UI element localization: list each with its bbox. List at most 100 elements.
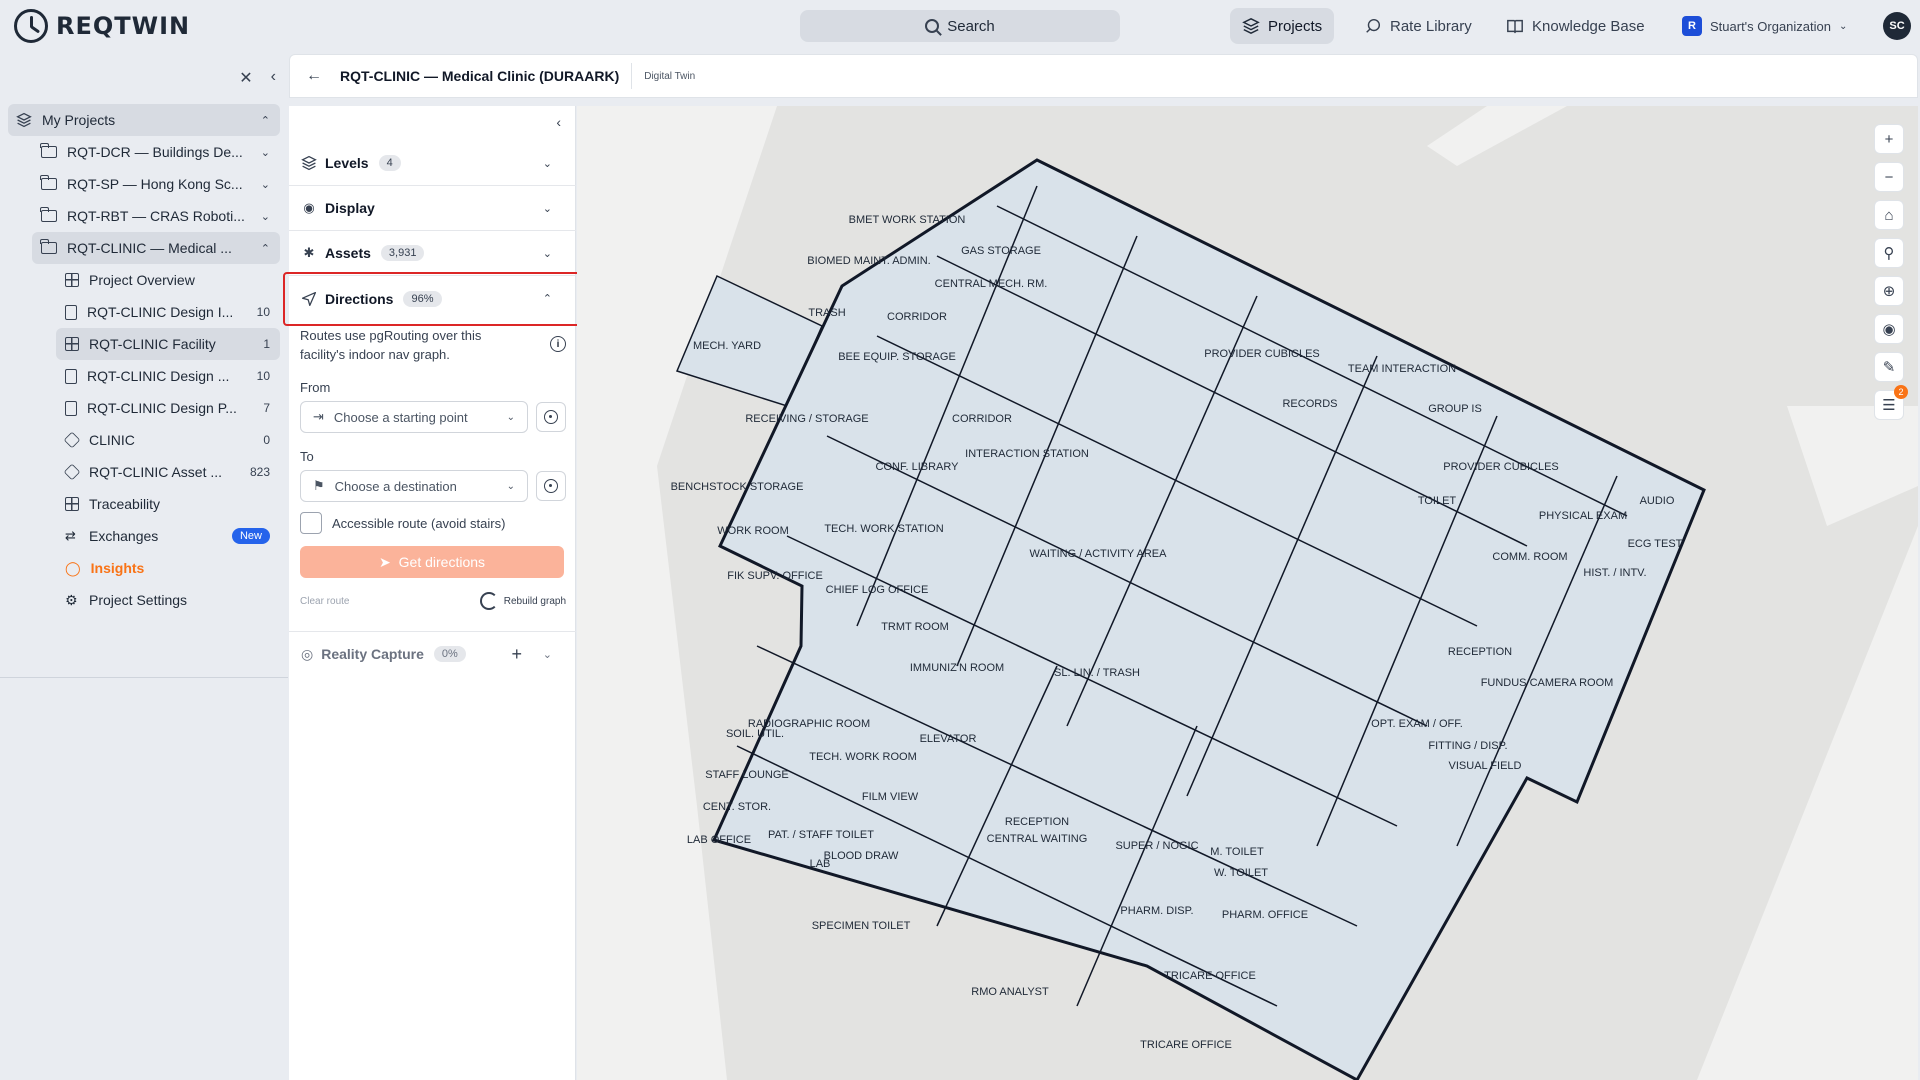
add-icon[interactable]: + xyxy=(511,644,522,665)
room-label: RECEIVING / STORAGE xyxy=(745,413,868,425)
ruler-icon: ✎ xyxy=(1882,359,1896,376)
avatar[interactable]: SC xyxy=(1883,12,1911,40)
nav-knowledge-base-label: Knowledge Base xyxy=(1532,17,1645,35)
lightbulb-icon: ◯ xyxy=(65,559,81,576)
floor-plan-map[interactable]: BMET WORK STATION GAS STORAGE BIOMED MAI… xyxy=(577,106,1918,1080)
tree-item-project-settings[interactable]: ⚙ Project Settings xyxy=(8,584,280,616)
chevron-down-icon: ⌄ xyxy=(542,157,552,170)
room-label: PROVIDER CUBICLES xyxy=(1204,348,1320,360)
tree-item-label: RQT-CLINIC Asset ... xyxy=(89,464,223,480)
room-label: W. TOILET xyxy=(1214,867,1268,879)
page-header: ← RQT-CLINIC — Medical Clinic (DURAARK) … xyxy=(289,54,1918,98)
room-label: TRASH xyxy=(808,307,845,319)
org-label: Stuart's Organization xyxy=(1710,18,1831,34)
rebuild-graph-button[interactable]: Rebuild graph xyxy=(479,592,566,610)
section-display[interactable]: ◉ Display ⌄ xyxy=(289,186,576,231)
rebuild-graph-label: Rebuild graph xyxy=(503,595,566,607)
room-label: AUDIO xyxy=(1640,495,1675,507)
tasks-button[interactable]: ☰ 2 xyxy=(1874,385,1908,420)
info-icon[interactable]: i xyxy=(550,336,566,352)
logo[interactable]: REQTWIN xyxy=(14,9,190,43)
room-label: PHYSICAL EXAM xyxy=(1539,510,1627,522)
room-label: COMM. ROOM xyxy=(1492,551,1567,563)
collapse-sidebar-icon[interactable]: ‹ xyxy=(271,68,276,88)
from-select[interactable]: ⇥ Choose a starting point ⌄ xyxy=(300,401,528,433)
room-label: SL. LIN. / TRASH xyxy=(1054,667,1140,679)
room-label: PAT. / STAFF TOILET xyxy=(768,829,874,841)
zoom-in-button[interactable]: + xyxy=(1874,124,1904,154)
room-label: BEE EQUIP. STORAGE xyxy=(838,351,956,363)
search-button[interactable]: Search xyxy=(800,10,1120,42)
locate-button[interactable]: ⊕ xyxy=(1874,276,1904,306)
compass-button[interactable]: ◉ xyxy=(1874,314,1904,344)
search-map-button[interactable]: ⚲ xyxy=(1874,238,1904,268)
measure-button[interactable]: ✎ xyxy=(1874,352,1904,382)
back-arrow-icon[interactable]: ← xyxy=(306,67,322,85)
tree-item-insights[interactable]: ◯ Insights xyxy=(8,552,280,584)
accessible-route-checkbox[interactable] xyxy=(300,512,322,534)
unpin-icon[interactable]: ✕ xyxy=(239,68,252,88)
tree-item-facility[interactable]: RQT-CLINIC Facility 1 xyxy=(56,328,280,360)
room-label: INTERACTION STATION xyxy=(965,448,1089,460)
tree-item-design-i[interactable]: RQT-CLINIC Design I... 10 xyxy=(8,296,280,328)
floor-plan-svg[interactable]: BMET WORK STATION GAS STORAGE BIOMED MAI… xyxy=(577,106,1918,1080)
home-icon: ⌂ xyxy=(1884,206,1894,224)
section-levels[interactable]: Levels 4 ⌄ xyxy=(289,141,576,186)
my-projects-header[interactable]: My Projects ⌃ xyxy=(8,104,280,136)
nav-projects[interactable]: Projects xyxy=(1230,8,1335,44)
chevron-down-icon: ⌄ xyxy=(506,411,515,423)
nav-knowledge-base[interactable]: Knowledge Base xyxy=(1494,8,1657,44)
room-label: RMO ANALYST xyxy=(971,986,1049,998)
tree-item-clinic[interactable]: CLINIC 0 xyxy=(8,424,280,456)
room-label: FUNDUS CAMERA ROOM xyxy=(1481,677,1614,689)
nav-rate-library[interactable]: Rate Library xyxy=(1352,8,1484,44)
tree-project-2[interactable]: RQT-RBT — CRAS Roboti... ⌄ xyxy=(8,200,280,232)
to-select[interactable]: ⚑ Choose a destination ⌄ xyxy=(300,470,528,502)
tree-item-project-overview[interactable]: Project Overview xyxy=(8,264,280,296)
tree-item-count: 1 xyxy=(263,337,270,351)
tree-project-3[interactable]: RQT-CLINIC — Medical ... ⌃ xyxy=(32,232,280,264)
room-label: RECEPTION xyxy=(1005,816,1069,828)
chevron-down-icon: ⌄ xyxy=(260,146,270,159)
sidebar: ✕ ‹ My Projects ⌃ RQT-DCR — Buildings De… xyxy=(0,52,288,1080)
tree-item-count: 10 xyxy=(256,369,270,383)
crosshair-icon: ⊕ xyxy=(1882,283,1896,300)
folder-icon xyxy=(40,207,57,222)
tree-item-count: 0 xyxy=(263,433,270,447)
sidebar-divider xyxy=(0,677,288,678)
org-switcher[interactable]: R Stuart's Organization ⌄ xyxy=(1670,8,1859,44)
chevron-up-icon: ⌃ xyxy=(260,242,270,255)
section-assets[interactable]: ✱ Assets 3,931 ⌄ xyxy=(289,231,576,276)
folder-icon xyxy=(40,175,57,190)
layers-icon xyxy=(301,155,317,171)
rate-icon xyxy=(1366,18,1381,33)
tree-item-design-2[interactable]: RQT-CLINIC Design ... 10 xyxy=(8,360,280,392)
chevron-down-icon: ⌄ xyxy=(542,247,552,260)
room-label: HIST. / INTV. xyxy=(1583,567,1646,579)
room-label: BLOOD DRAW xyxy=(824,850,899,862)
pick-destination-button[interactable] xyxy=(536,471,566,501)
grid-icon xyxy=(65,273,79,287)
zoom-out-button[interactable]: − xyxy=(1874,162,1904,192)
page-subtitle: Digital Twin xyxy=(644,70,696,82)
building-icon xyxy=(65,337,79,351)
flag-icon: ⚑ xyxy=(313,478,325,493)
tree-project-label: RQT-SP — Hong Kong Sc... xyxy=(67,176,243,192)
get-directions-button[interactable]: ➤ Get directions xyxy=(300,546,564,578)
search-icon xyxy=(925,19,940,33)
home-button[interactable]: ⌂ xyxy=(1874,200,1904,230)
map-toolbar: + − ⌂ ⚲ ⊕ ◉ ✎ ☰ 2 xyxy=(1874,124,1908,420)
collapse-panel-icon[interactable]: ‹ xyxy=(556,114,561,130)
tree-item-traceability[interactable]: Traceability xyxy=(8,488,280,520)
tree-item-label: CLINIC xyxy=(89,432,135,448)
room-label: FIK SUPV. OFFICE xyxy=(727,570,823,582)
tree-item-design-p[interactable]: RQT-CLINIC Design P... 7 xyxy=(8,392,280,424)
clear-route-link[interactable]: Clear route xyxy=(300,596,349,607)
tree-item-exchanges[interactable]: ⇄ Exchanges New xyxy=(8,520,280,552)
section-reality-capture[interactable]: ◎ Reality Capture 0% + ⌄ xyxy=(289,631,576,676)
tree-project-1[interactable]: RQT-SP — Hong Kong Sc... ⌄ xyxy=(8,168,280,200)
tree-item-asset[interactable]: RQT-CLINIC Asset ... 823 xyxy=(8,456,280,488)
room-label: CENTRAL MECH. RM. xyxy=(935,278,1048,290)
pick-start-button[interactable] xyxy=(536,402,566,432)
tree-project-0[interactable]: RQT-DCR — Buildings De... ⌄ xyxy=(8,136,280,168)
